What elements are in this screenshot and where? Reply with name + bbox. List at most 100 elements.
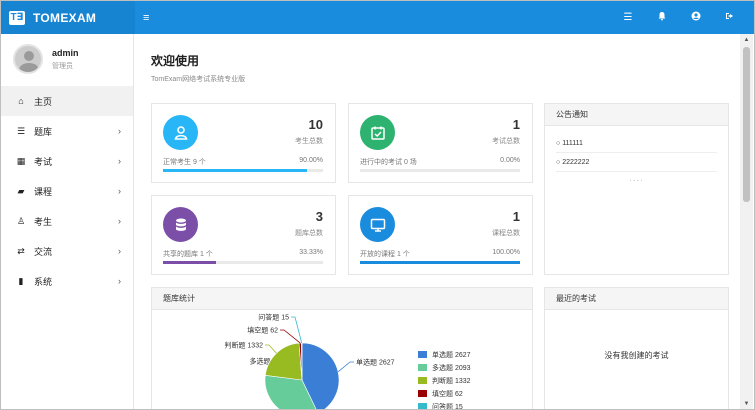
stat-percent: 0.00% <box>500 157 520 164</box>
database-icon <box>175 218 186 231</box>
legend-item[interactable]: 填空题 62 <box>418 387 471 400</box>
stat-footer: 正常考生 9 个 <box>163 159 206 166</box>
brand-name: TOMEXAM <box>33 10 97 25</box>
scroll-up-arrow-icon[interactable]: ▲ <box>740 34 753 46</box>
database-icon: ☰ <box>16 125 26 136</box>
chevron-right-icon: › <box>118 216 121 226</box>
legend-item[interactable]: 单选题 2627 <box>418 348 471 361</box>
stat-value: 3 <box>315 209 323 224</box>
sidebar-item-label: 系统 <box>34 276 53 287</box>
legend-item[interactable]: 问答题 15 <box>418 400 471 410</box>
brand-logo: T∃ <box>9 10 25 25</box>
main-content: 欢迎使用 TomExam网络考试系统专业版 10 考生总数 正常考生 9 个 9… <box>135 34 740 410</box>
stat-progress-bar <box>163 261 323 264</box>
stat-label: 考生总数 <box>295 138 323 145</box>
stat-value: 1 <box>512 117 520 132</box>
pie-leader-line <box>280 329 301 344</box>
stat-label: 课程总数 <box>492 230 520 237</box>
sidebar-item-home[interactable]: ⌂ 主页 <box>1 86 133 116</box>
chevron-right-icon: › <box>118 126 121 136</box>
legend-item[interactable]: 多选题 2093 <box>418 361 471 374</box>
signout-icon[interactable] <box>724 11 736 24</box>
stat-footer: 进行中的考试 0 场 <box>360 159 417 166</box>
stat-value: 1 <box>512 209 520 224</box>
pie-slice[interactable] <box>264 342 303 381</box>
legend-item[interactable]: 判断题 1332 <box>418 374 471 387</box>
progress-fill <box>163 261 217 264</box>
sidebar-item-label: 题库 <box>34 126 53 137</box>
app-window: T∃ TOMEXAM ≡ ☰ admin 管理员 ⌂ 主页 ☰ 题库 › ▦ 考… <box>0 0 755 410</box>
empty-state-text: 没有我创建的考试 <box>604 351 669 360</box>
user-role: 管理员 <box>52 62 73 70</box>
sidebar-item-label: 课程 <box>34 186 53 197</box>
stat-card-courses[interactable]: 1 课程总数 开放的课程 1 个 100.00% <box>348 195 533 275</box>
shuffle-icon: ⇄ <box>17 245 25 256</box>
pie-data-label: 填空题 62 <box>247 326 278 335</box>
more-link[interactable]: ···· <box>556 176 717 185</box>
recent-exams-panel: 最近的考试 没有我创建的考试 <box>544 287 729 409</box>
progress-fill <box>163 169 307 172</box>
stat-icon-circle <box>163 115 198 150</box>
legend-label: 问答题 15 <box>432 403 463 410</box>
avatar <box>13 44 43 74</box>
calendar-check-icon: ▦ <box>16 155 26 166</box>
sidebar-item-label: 考生 <box>34 216 53 227</box>
chevron-right-icon: › <box>118 276 121 286</box>
stat-card-question-banks[interactable]: 3 题库总数 共享的题库 1 个 33.33% <box>151 195 336 275</box>
sidebar-item-question-bank[interactable]: ☰ 题库 › <box>1 116 133 146</box>
brand[interactable]: T∃ TOMEXAM <box>1 1 135 34</box>
user-circle-icon[interactable] <box>690 11 702 24</box>
notice-text: 2222222 <box>562 158 590 166</box>
calendar-check-icon <box>370 126 385 140</box>
home-icon: ⌂ <box>18 96 24 106</box>
sidebar-item-course[interactable]: ▰ 课程 › <box>1 176 133 206</box>
pie-data-label: 判断题 1332 <box>224 341 263 350</box>
sidebar-item-system[interactable]: ▮ 系统 › <box>1 266 133 296</box>
sidebar-item-candidate[interactable]: ♙ 考生 › <box>1 206 133 236</box>
legend-swatch <box>418 364 427 371</box>
list-item[interactable]: ○ 111111 <box>556 134 717 153</box>
pie-leader-line <box>337 361 354 373</box>
stat-percent: 33.33% <box>299 249 323 256</box>
list-item[interactable]: ○ 2222222 <box>556 153 717 172</box>
pie-chart: 单选题 2627多选题 2093判断题 1332填空题 62问答题 15 <box>224 313 395 409</box>
chart-legend: 单选题 2627 多选题 2093 判断题 1332 填空题 62 问答题 15 <box>418 348 471 410</box>
page-title: 欢迎使用 <box>151 54 200 68</box>
page-scrollbar[interactable]: ▲ ▼ <box>740 34 753 409</box>
chevron-right-icon: › <box>118 186 121 196</box>
mobile-icon: ▮ <box>18 275 24 286</box>
scroll-down-arrow-icon[interactable]: ▼ <box>740 398 753 409</box>
progress-fill <box>360 261 520 264</box>
notice-text: 111111 <box>562 139 583 147</box>
legend-label: 填空题 62 <box>432 390 463 398</box>
legend-swatch <box>418 390 427 397</box>
sidebar-item-label: 交流 <box>34 246 53 257</box>
sidebar: admin 管理员 ⌂ 主页 ☰ 题库 › ▦ 考试 › ▰ 课程 › ♙ 考生… <box>1 34 134 409</box>
user-panel: admin 管理员 <box>1 34 133 84</box>
stat-card-candidates[interactable]: 10 考生总数 正常考生 9 个 90.00% <box>151 103 336 183</box>
scroll-thumb[interactable] <box>743 47 750 202</box>
legend-label: 单选题 2627 <box>432 351 471 359</box>
notice-list: ○ 111111 ○ 2222222 ···· <box>545 126 728 193</box>
list-icon[interactable]: ☰ <box>622 12 634 23</box>
stat-percent: 90.00% <box>299 157 323 164</box>
bank-stats-panel: 题库统计 单选题 2627 多选题 2093 判断题 1332 填空题 62 问答题 1… <box>151 287 533 410</box>
stat-footer: 开放的课程 1 个 <box>360 251 410 258</box>
stat-progress-bar <box>360 261 520 264</box>
legend-swatch <box>418 351 427 358</box>
bell-icon[interactable] <box>656 11 668 24</box>
legend-label: 判断题 1332 <box>432 377 471 385</box>
book-icon: ▰ <box>17 185 25 196</box>
pie-data-label: 单选题 2627 <box>356 358 395 367</box>
monitor-icon <box>370 218 385 232</box>
menu-toggle-icon[interactable]: ≡ <box>143 12 149 24</box>
sidebar-item-communication[interactable]: ⇄ 交流 › <box>1 236 133 266</box>
stat-progress-bar <box>360 169 520 172</box>
stat-card-exams[interactable]: 1 考试总数 进行中的考试 0 场 0.00% <box>348 103 533 183</box>
sidebar-item-exam[interactable]: ▦ 考试 › <box>1 146 133 176</box>
pie-leader-line <box>265 344 277 354</box>
stat-value: 10 <box>308 117 323 132</box>
sidebar-nav: ⌂ 主页 ☰ 题库 › ▦ 考试 › ▰ 课程 › ♙ 考生 › ⇄ 交流 › … <box>1 86 133 296</box>
page-subtitle: TomExam网络考试系统专业版 <box>151 76 246 83</box>
stat-footer: 共享的题库 1 个 <box>163 251 213 258</box>
